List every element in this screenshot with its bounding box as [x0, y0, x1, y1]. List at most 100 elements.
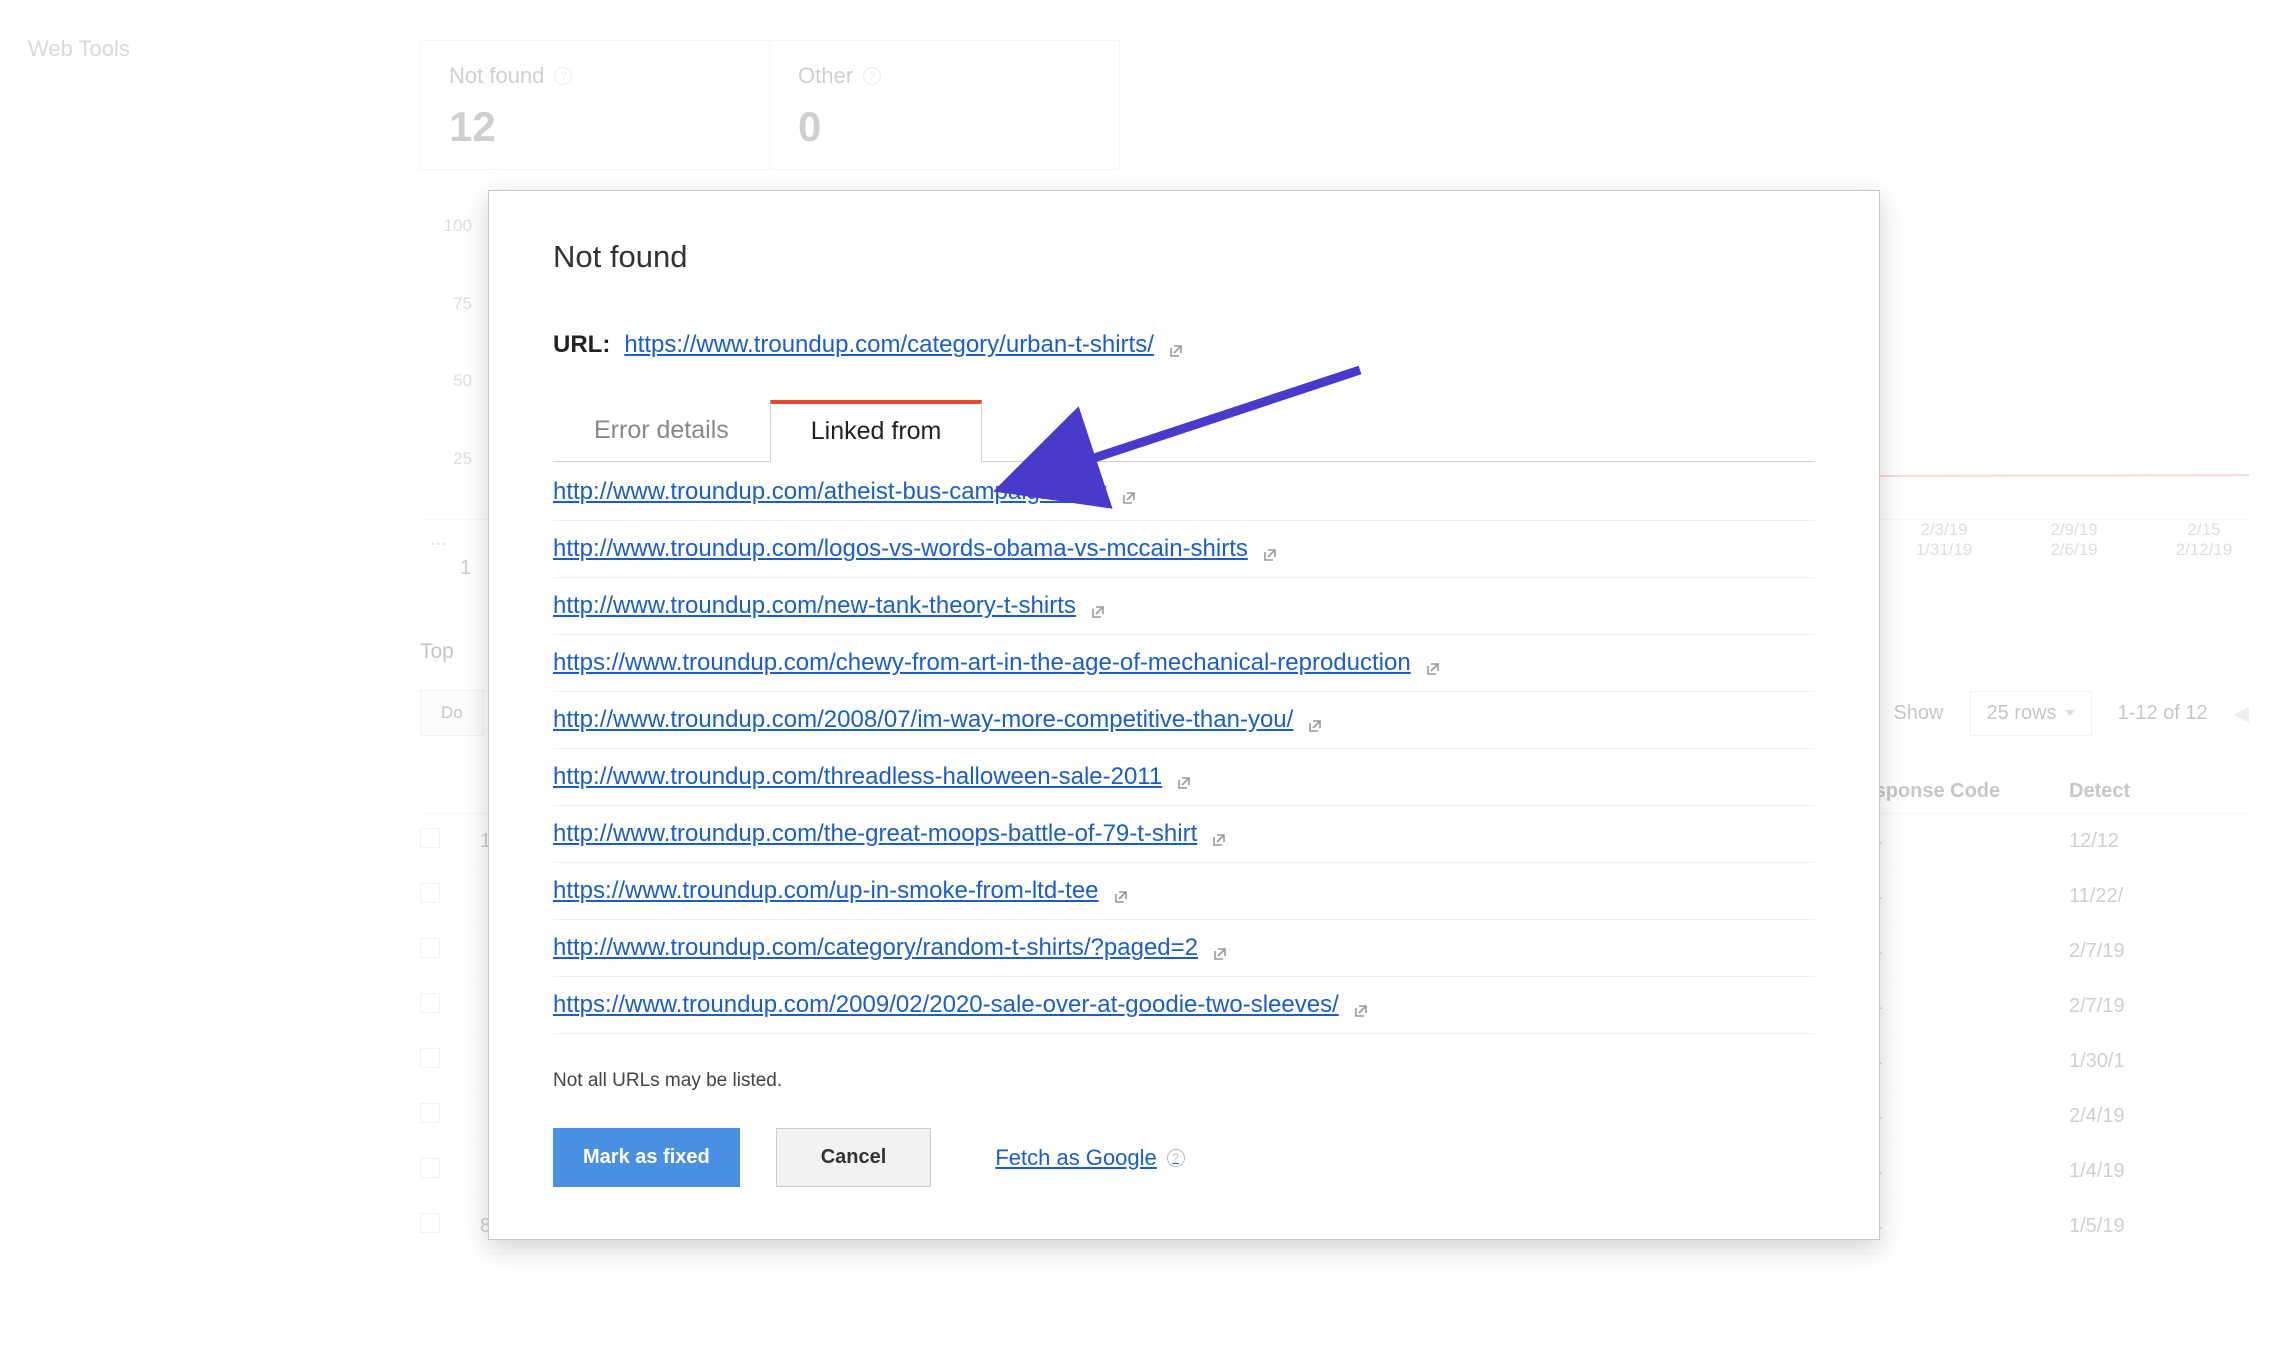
linked-from-url[interactable]: http://www.troundup.com/threadless-hallo… [553, 763, 1162, 791]
ytick: 25 [453, 449, 472, 469]
linked-from-url[interactable]: http://www.troundup.com/the-great-moops-… [553, 820, 1197, 848]
linked-from-list: http://www.troundup.com/atheist-bus-camp… [553, 464, 1815, 1034]
row-date: 1/5/19 [2069, 1215, 2249, 1238]
row-code: 404 [1849, 1215, 2069, 1238]
row-date: 11/22/ [2069, 885, 2249, 908]
row-checkbox[interactable] [420, 883, 440, 903]
external-link-icon[interactable] [1425, 656, 1441, 672]
row-checkbox[interactable] [420, 993, 440, 1013]
row-date: 1/30/1 [2069, 1050, 2249, 1073]
linked-from-item: https://www.troundup.com/chewy-from-art-… [553, 635, 1815, 692]
rows-value: 25 rows [1987, 702, 2057, 725]
prev-icon[interactable]: ◀ [2234, 701, 2249, 726]
row-code: 404 [1849, 1050, 2069, 1073]
rows-dropdown[interactable]: 25 rows [1970, 691, 2092, 736]
row-date: 12/12 [2069, 830, 2249, 853]
col-detected: Detect [2069, 780, 2249, 803]
linked-from-url[interactable]: http://www.troundup.com/atheist-bus-camp… [553, 478, 1107, 506]
external-link-icon[interactable] [1176, 770, 1192, 786]
linked-from-url[interactable]: https://www.troundup.com/2009/02/2020-sa… [553, 991, 1339, 1019]
row-code: 404 [1849, 1160, 2069, 1183]
fetch-label: Fetch as Google [995, 1145, 1156, 1171]
row-checkbox[interactable] [420, 938, 440, 958]
linked-from-item: http://www.troundup.com/2008/07/im-way-m… [553, 692, 1815, 749]
external-link-icon[interactable] [1212, 941, 1228, 957]
row-code: 404 [1849, 940, 2069, 963]
row-checkbox[interactable] [420, 828, 440, 848]
external-link-icon[interactable] [1353, 998, 1369, 1014]
rows-label: Show [1893, 702, 1943, 725]
url-label: URL: [553, 331, 610, 359]
help-icon[interactable]: ? [554, 67, 572, 85]
xtick: 1/31/19 [1899, 540, 1989, 560]
download-button[interactable]: Do [420, 690, 484, 736]
external-link-icon[interactable] [1168, 338, 1184, 354]
linked-from-item: https://www.troundup.com/up-in-smoke-fro… [553, 863, 1815, 920]
card-title-text: Not found [449, 63, 544, 89]
row-date: 1/4/19 [2069, 1160, 2249, 1183]
linked-from-item: http://www.troundup.com/threadless-hallo… [553, 749, 1815, 806]
linked-from-item: http://www.troundup.com/new-tank-theory-… [553, 578, 1815, 635]
linked-from-item: http://www.troundup.com/the-great-moops-… [553, 806, 1815, 863]
row-checkbox[interactable] [420, 1158, 440, 1178]
linked-from-url[interactable]: https://www.troundup.com/chewy-from-art-… [553, 649, 1411, 677]
linked-from-url[interactable]: https://www.troundup.com/up-in-smoke-fro… [553, 877, 1099, 905]
summary-cards: Not found ? 12 Other ? 0 [420, 40, 1120, 170]
card-not-found[interactable]: Not found ? 12 [420, 40, 770, 170]
sidebar-title: Web Tools [28, 36, 130, 62]
chevron-down-icon [2065, 710, 2075, 716]
dialog-tabs: Error details Linked from [553, 399, 1815, 462]
page-label: 1-12 of 12 [2118, 702, 2208, 725]
external-link-icon[interactable] [1307, 713, 1323, 729]
linked-from-item: http://www.troundup.com/atheist-bus-camp… [553, 464, 1815, 521]
external-link-icon[interactable] [1121, 485, 1137, 501]
linked-from-item: http://www.troundup.com/logos-vs-words-o… [553, 521, 1815, 578]
row-checkbox[interactable] [420, 1103, 440, 1123]
row-date: 2/7/19 [2069, 995, 2249, 1018]
row-checkbox[interactable] [420, 1048, 440, 1068]
list-heading: Top [420, 640, 454, 664]
xtick: 2/3/19 [1899, 520, 1989, 540]
linked-from-url[interactable]: http://www.troundup.com/logos-vs-words-o… [553, 535, 1248, 563]
mark-as-fixed-button[interactable]: Mark as fixed [553, 1128, 740, 1187]
ytick: 100 [444, 216, 472, 236]
external-link-icon[interactable] [1113, 884, 1129, 900]
xtick: 2/6/19 [2029, 540, 2119, 560]
linked-from-item: http://www.troundup.com/category/random-… [553, 920, 1815, 977]
row-code: 404 [1849, 1105, 2069, 1128]
row-date: 2/4/19 [2069, 1105, 2249, 1128]
dialog-url-link[interactable]: https://www.troundup.com/category/urban-… [624, 331, 1154, 359]
chart-yaxis: 100 75 50 25 [420, 220, 480, 519]
xtick: 2/12/19 [2159, 540, 2249, 560]
fetch-as-google-link[interactable]: Fetch as Google ? [995, 1145, 1184, 1171]
dialog-title: Not found [553, 239, 1815, 275]
external-link-icon[interactable] [1211, 827, 1227, 843]
help-icon[interactable]: ? [1167, 1149, 1185, 1167]
linked-from-url[interactable]: http://www.troundup.com/2008/07/im-way-m… [553, 706, 1293, 734]
dialog-actions: Mark as fixed Cancel Fetch as Google ? [553, 1128, 1815, 1187]
tab-error-details[interactable]: Error details [553, 399, 770, 461]
first-row-n: 1 [460, 557, 471, 580]
row-code: 404 [1849, 830, 2069, 853]
dialog-note: Not all URLs may be listed. [553, 1070, 1815, 1092]
row-code: 404 [1849, 885, 2069, 908]
row-checkbox[interactable] [420, 1213, 440, 1233]
xtick: 2/9/19 [2029, 520, 2119, 540]
col-response-code: Response Code [1849, 780, 2069, 803]
linked-from-item: https://www.troundup.com/2009/02/2020-sa… [553, 977, 1815, 1034]
tab-linked-from[interactable]: Linked from [770, 400, 983, 462]
row-code: 404 [1849, 995, 2069, 1018]
card-other[interactable]: Other ? 0 [770, 40, 1120, 170]
xtick: 2/15 [2159, 520, 2249, 540]
not-found-dialog: Not found URL: https://www.troundup.com/… [488, 190, 1880, 1240]
external-link-icon[interactable] [1090, 599, 1106, 615]
linked-from-url[interactable]: http://www.troundup.com/new-tank-theory-… [553, 592, 1076, 620]
help-icon[interactable]: ? [863, 67, 881, 85]
card-count: 0 [798, 103, 1091, 151]
dialog-url-row: URL: https://www.troundup.com/category/u… [553, 331, 1815, 359]
cancel-button[interactable]: Cancel [776, 1128, 932, 1187]
external-link-icon[interactable] [1262, 542, 1278, 558]
linked-from-url[interactable]: http://www.troundup.com/category/random-… [553, 934, 1198, 962]
card-title-text: Other [798, 63, 853, 89]
ytick: 50 [453, 371, 472, 391]
